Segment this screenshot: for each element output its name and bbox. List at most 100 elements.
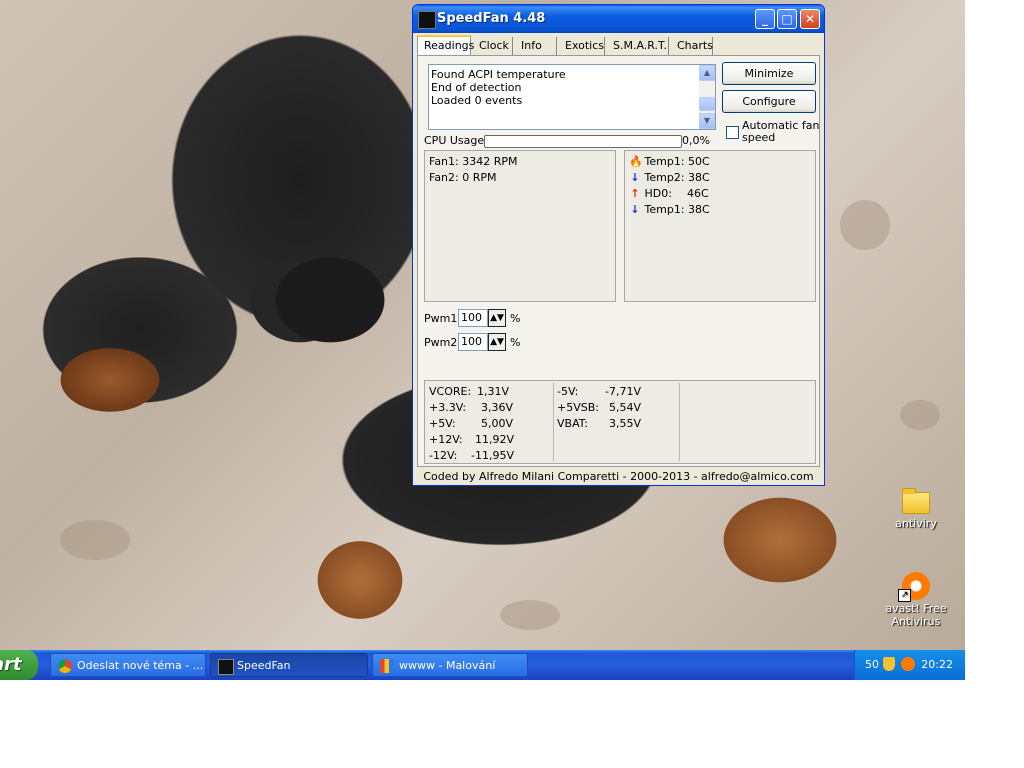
voltage-value: 3,36V	[481, 401, 514, 414]
temp-value: 50C	[688, 155, 710, 168]
pwm2-unit: %	[510, 336, 521, 349]
temp-value: 46C	[686, 187, 709, 200]
automatic-fan-speed-checkbox[interactable]	[726, 126, 739, 139]
voltage-value: 5,54V	[609, 401, 642, 414]
log-line: Loaded 0 events	[431, 94, 523, 107]
pwm2-label: Pwm2:	[424, 336, 462, 349]
tab-smart[interactable]: S.M.A.R.T.	[607, 37, 669, 55]
temp-row: 🔥 Temp1: 50C	[629, 155, 710, 169]
readings-panel: Found ACPI temperature End of detection …	[417, 55, 820, 467]
pwm1-spinner-icon[interactable]: ▲▼	[488, 309, 506, 327]
voltage-label: +3.3V:	[429, 401, 467, 414]
window-maximize-button[interactable]: □	[777, 9, 797, 29]
fan-reading: Fan1: 3342 RPM	[429, 155, 518, 168]
credits-footer: Coded by Alfredo Milani Comparetti - 200…	[423, 470, 814, 483]
system-tray: 50 20:22	[854, 650, 965, 680]
temp-value: 38C	[688, 203, 710, 216]
voltages-box: VCORE: 1,31V +3.3V: 3,36V +5V: 5,00V +12…	[424, 380, 816, 464]
voltage-value: 11,92V	[475, 433, 515, 446]
tab-readings[interactable]: Readings	[417, 35, 474, 55]
voltage-label: VBAT:	[557, 417, 588, 430]
fan-speeds-box: Fan1: 3342 RPM Fan2: 0 RPM	[424, 150, 616, 302]
flame-icon: 🔥	[629, 155, 643, 168]
start-button[interactable]: art	[0, 650, 38, 680]
speedfan-icon	[218, 659, 234, 675]
temp-label: Temp1:	[644, 155, 685, 168]
scroll-down-arrow-icon[interactable]: ▼	[699, 113, 715, 129]
paint-icon	[380, 659, 394, 673]
temperatures-box: 🔥 Temp1: 50C ↓ Temp2: 38C ↑ HD0: 46C ↓ T…	[624, 150, 816, 302]
desktop-icon-label: antiviry	[895, 517, 937, 530]
voltage-label: VCORE:	[429, 385, 472, 398]
avast-tray-icon[interactable]	[901, 657, 915, 671]
arrow-down-icon: ↓	[630, 203, 640, 216]
temp-value: 38C	[688, 171, 710, 184]
speedfan-app-icon	[418, 11, 436, 29]
voltage-label: +12V:	[429, 433, 463, 446]
arrow-down-icon: ↓	[630, 171, 640, 184]
voltage-value: 1,31V	[477, 385, 510, 398]
cpu-usage-value: 0,0%	[682, 134, 710, 147]
taskbar-item-paint[interactable]: wwww - Malování	[372, 653, 528, 677]
avast-icon	[898, 572, 930, 602]
folder-icon	[902, 488, 930, 514]
scroll-up-arrow-icon[interactable]: ▲	[699, 65, 715, 81]
log-scrollbar[interactable]: ▲ ▼	[699, 65, 715, 129]
log-line: Found ACPI temperature	[431, 68, 566, 81]
tab-info[interactable]: Info	[515, 37, 557, 55]
taskbar-item-label: wwww - Malování	[399, 659, 496, 672]
clock: 20:22	[921, 658, 953, 671]
cpu-usage-label: CPU Usage	[424, 134, 485, 147]
automatic-fan-speed-label: Automatic fan speed	[742, 119, 820, 144]
tab-clock[interactable]: Clock	[473, 37, 513, 55]
voltage-divider	[679, 383, 680, 461]
temp-row: ↑ HD0: 46C	[629, 187, 709, 201]
arrow-up-icon: ↑	[630, 187, 640, 200]
temp-label: HD0:	[644, 187, 672, 200]
shield-icon[interactable]	[883, 657, 895, 671]
tray-number[interactable]: 50	[865, 658, 879, 671]
voltage-value: 5,00V	[481, 417, 514, 430]
title-bar[interactable]: SpeedFan 4.48 _ □ ✕	[413, 5, 824, 33]
temp-label: Temp1:	[644, 203, 685, 216]
voltage-value: -7,71V	[605, 385, 641, 398]
voltage-label: -12V:	[429, 449, 458, 462]
configure-button[interactable]: Configure	[722, 90, 816, 113]
window-minimize-button[interactable]: _	[755, 9, 775, 29]
event-log[interactable]: Found ACPI temperature End of detection …	[428, 64, 716, 130]
log-line: End of detection	[431, 81, 522, 94]
desktop-icon-antiviry[interactable]: antiviry	[876, 488, 956, 530]
window-close-button[interactable]: ✕	[800, 9, 820, 29]
taskbar-item-label: SpeedFan	[237, 659, 291, 672]
scroll-thumb[interactable]	[699, 97, 715, 111]
pwm2-input[interactable]: 100	[458, 333, 488, 351]
minimize-button[interactable]: Minimize	[722, 62, 816, 85]
taskbar-item-label: Odeslat nové téma - ...	[77, 659, 204, 672]
tab-charts[interactable]: Charts	[671, 37, 713, 55]
taskbar-item-speedfan[interactable]: SpeedFan	[210, 653, 368, 677]
desktop-icon-avast[interactable]: avast! Free Antivirus	[876, 572, 956, 628]
voltage-value: -11,95V	[471, 449, 514, 462]
speedfan-window: SpeedFan 4.48 _ □ ✕ Readings Clock Info …	[412, 4, 825, 486]
voltage-value: 3,55V	[609, 417, 642, 430]
window-title: SpeedFan 4.48	[437, 11, 546, 26]
temp-row: ↓ Temp2: 38C	[629, 171, 710, 185]
start-label: art	[0, 654, 22, 675]
pwm2-spinner-icon[interactable]: ▲▼	[488, 333, 506, 351]
temp-label: Temp2:	[644, 171, 685, 184]
temp-row: ↓ Temp1: 38C	[629, 203, 710, 217]
taskbar: art Odeslat nové téma - ... SpeedFan www…	[0, 650, 965, 680]
voltage-label: +5V:	[429, 417, 456, 430]
taskbar-item-chrome[interactable]: Odeslat nové téma - ...	[50, 653, 206, 677]
pwm1-input[interactable]: 100	[458, 309, 488, 327]
chrome-icon	[58, 659, 72, 673]
pwm1-label: Pwm1:	[424, 312, 462, 325]
voltage-label: +5VSB:	[557, 401, 599, 414]
voltage-divider	[553, 383, 554, 461]
cpu-usage-bar	[484, 135, 682, 148]
desktop-icon-label: avast! Free Antivirus	[885, 602, 947, 628]
voltage-label: -5V:	[557, 385, 579, 398]
pwm1-unit: %	[510, 312, 521, 325]
fan-reading: Fan2: 0 RPM	[429, 171, 497, 184]
tab-exotics[interactable]: Exotics	[559, 37, 605, 55]
